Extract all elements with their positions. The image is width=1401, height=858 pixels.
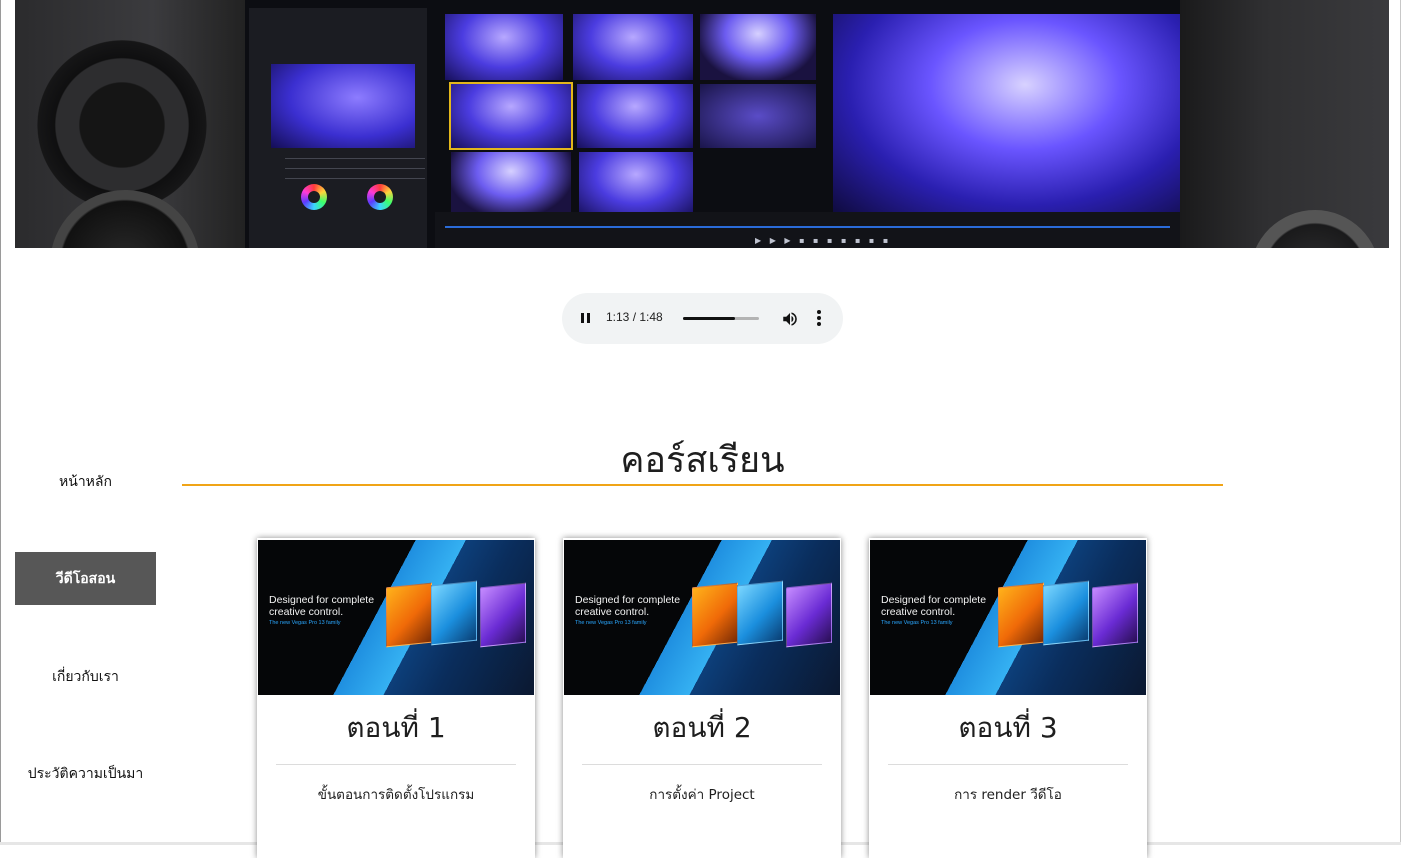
card-description: ขั้นตอนการติดตั้งโปรแกรม	[317, 787, 475, 803]
color-wheel-icon	[367, 184, 393, 210]
volume-icon[interactable]	[781, 310, 799, 328]
pause-icon[interactable]	[579, 311, 593, 325]
card-divider	[582, 764, 822, 765]
card-title[interactable]: ตอนที่ 2	[563, 708, 841, 748]
course-card[interactable]: Designed for complete creative control. …	[563, 538, 841, 858]
audio-time: 1:13 / 1:48	[606, 310, 663, 324]
card-description: การ render วีดีโอ	[954, 787, 1062, 803]
card-divider	[276, 764, 516, 765]
nav-item-video-lessons[interactable]: วีดีโอสอน	[15, 552, 156, 605]
page-border-left	[0, 0, 1, 845]
card-divider	[888, 764, 1128, 765]
audio-progress-fill	[683, 317, 735, 320]
title-underline	[182, 484, 1223, 486]
hero-banner-image: ▶ ▶ ▶ ▪ ▪ ▪ ▪ ▪ ▪ ▪	[15, 0, 1389, 248]
section-title: คอร์สเรียน	[620, 440, 785, 481]
color-wheel-icon	[301, 184, 327, 210]
course-card[interactable]: Designed for complete creative control. …	[869, 538, 1147, 858]
editing-monitor: ▶ ▶ ▶ ▪ ▪ ▪ ▪ ▪ ▪ ▪	[245, 0, 1187, 248]
card-title[interactable]: ตอนที่ 3	[869, 708, 1147, 748]
course-thumbnail[interactable]: Designed for complete creative control. …	[870, 540, 1146, 695]
card-title[interactable]: ตอนที่ 1	[257, 708, 535, 748]
card-description: การตั้งค่า Project	[649, 787, 755, 803]
nav-item-about[interactable]: เกี่ยวกับเรา	[15, 650, 156, 703]
course-thumbnail[interactable]: Designed for complete creative control. …	[258, 540, 534, 695]
audio-progress-slider[interactable]	[683, 317, 759, 320]
course-card[interactable]: Designed for complete creative control. …	[257, 538, 535, 858]
audio-player[interactable]: 1:13 / 1:48	[562, 293, 843, 344]
nav-item-history[interactable]: ประวัติความเป็นมา	[15, 747, 156, 800]
speaker-left	[15, 0, 245, 248]
more-options-icon[interactable]	[816, 310, 822, 328]
speaker-right	[1180, 0, 1389, 248]
course-thumbnail[interactable]: Designed for complete creative control. …	[564, 540, 840, 695]
nav-item-home[interactable]: หน้าหลัก	[15, 455, 156, 508]
